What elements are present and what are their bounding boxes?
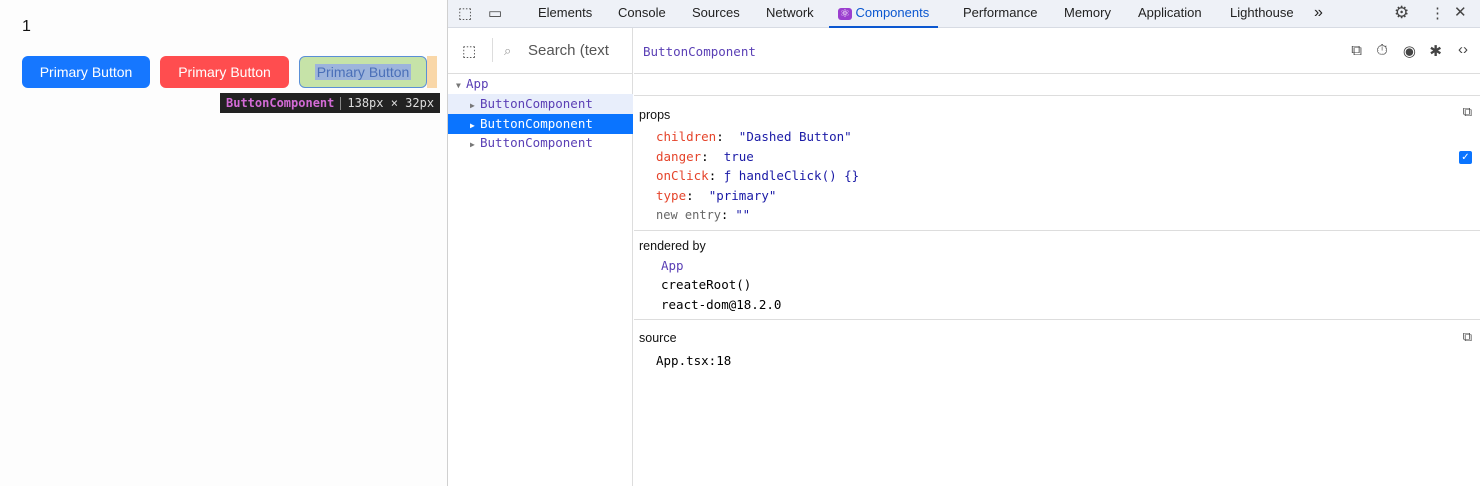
danger-button[interactable]: Primary Button [160, 56, 289, 88]
collapsed-caret-icon: ▶ [470, 101, 475, 110]
view-source-icon[interactable]: ‹› [1458, 41, 1468, 58]
rendered-by-section: rendered by App createRoot() react-dom@1… [634, 230, 1480, 319]
owner-link[interactable]: App [661, 258, 684, 273]
react-icon: ⚛ [838, 8, 852, 20]
tree-item-button-component[interactable]: ▶ ButtonComponent [448, 133, 633, 153]
tab-elements[interactable]: Elements [538, 0, 592, 28]
danger-checkbox[interactable]: ✓ [1459, 151, 1472, 164]
tree-label: ButtonComponent [480, 116, 593, 131]
inspect-element-icon[interactable]: ⬚ [458, 4, 472, 22]
counter-text: 1 [22, 18, 31, 35]
stopwatch-icon[interactable]: ⏱ [1376, 42, 1388, 59]
selected-component-name: ButtonComponent [643, 44, 756, 59]
tab-network[interactable]: Network [766, 0, 814, 28]
collapsed-caret-icon: ▶ [470, 140, 475, 149]
devtools-tabbar: ⬚ ▭ Elements Console Sources Network ⚛ C… [448, 0, 1480, 28]
tree-item-button-component[interactable]: ▶ ButtonComponent [448, 94, 633, 114]
select-element-icon[interactable]: ⬚ [462, 42, 476, 60]
highlight-padding [427, 56, 437, 88]
source-link[interactable]: App.tsx:18 [656, 353, 731, 368]
section-title: rendered by [639, 239, 706, 253]
suspend-icon[interactable]: ⧉ [1351, 42, 1362, 59]
highlighted-button[interactable]: Primary Button [299, 56, 427, 88]
tree-item-app[interactable]: ▼ App [448, 74, 633, 94]
primary-button[interactable]: Primary Button [22, 56, 150, 88]
prop-row[interactable]: danger: true [656, 149, 754, 164]
search-icon: ⌕ [504, 42, 512, 58]
expanded-caret-icon: ▼ [456, 81, 461, 90]
tooltip-name: ButtonComponent [226, 96, 335, 110]
inspect-tooltip: ButtonComponent 138px × 32px [220, 93, 441, 113]
prop-row[interactable]: onClick: ƒ handleClick() {} [656, 168, 859, 183]
tree-label: ButtonComponent [480, 135, 593, 150]
tab-console[interactable]: Console [618, 0, 666, 28]
page-preview: 1 Primary Button Primary Button Primary … [0, 0, 447, 486]
tab-performance[interactable]: Performance [963, 0, 1037, 28]
tab-sources[interactable]: Sources [692, 0, 740, 28]
section-title: props [639, 108, 671, 122]
button-label: Primary Button [314, 64, 412, 80]
copy-icon[interactable]: ⧉ [1463, 104, 1472, 120]
close-icon[interactable]: ✕ [1454, 3, 1467, 21]
tab-components[interactable]: ⚛ Components [829, 0, 939, 28]
more-tabs-icon[interactable]: » [1314, 0, 1323, 28]
component-inspector: ButtonComponent ⧉ ⏱ ◉ ✱ ‹› props ⧉ child… [634, 28, 1480, 486]
search-input[interactable]: Search (text [528, 42, 612, 59]
owner-text: createRoot() [661, 277, 752, 292]
bug-icon[interactable]: ✱ [1429, 42, 1442, 60]
tree-search-bar: ⬚ ⌕ Search (text [448, 28, 632, 74]
prop-row[interactable]: type: "primary" [656, 188, 776, 203]
component-tree: ⬚ ⌕ Search (text ▼ App ▶ ButtonComponent ▶… [448, 28, 633, 486]
tree-label: ButtonComponent [480, 96, 593, 111]
tree-label: App [466, 76, 489, 91]
tooltip-size: 138px × 32px [347, 96, 435, 110]
source-section: source ⧉ App.tsx:18 [634, 319, 1480, 379]
gear-icon[interactable]: ⚙ [1394, 3, 1409, 23]
owner-text: react-dom@18.2.0 [661, 297, 782, 312]
tab-label: Components [855, 5, 930, 20]
tab-application[interactable]: Application [1138, 0, 1202, 28]
copy-icon[interactable]: ⧉ [1463, 329, 1472, 345]
device-toolbar-icon[interactable]: ▭ [488, 4, 502, 22]
tab-memory[interactable]: Memory [1064, 0, 1111, 28]
section-title: source [639, 331, 677, 345]
tree-item-button-component[interactable]: ▶ ButtonComponent [448, 114, 633, 134]
new-entry-row[interactable]: new entry: "" [656, 208, 750, 222]
devtools-panel: ⬚ ▭ Elements Console Sources Network ⚛ C… [447, 0, 1480, 486]
more-options-icon[interactable]: ⋮ [1430, 4, 1445, 22]
eye-icon[interactable]: ◉ [1403, 42, 1416, 60]
tab-lighthouse[interactable]: Lighthouse [1230, 0, 1294, 28]
prop-row[interactable]: children: "Dashed Button" [656, 129, 852, 144]
props-section: props ⧉ children: "Dashed Button" danger… [634, 95, 1480, 231]
